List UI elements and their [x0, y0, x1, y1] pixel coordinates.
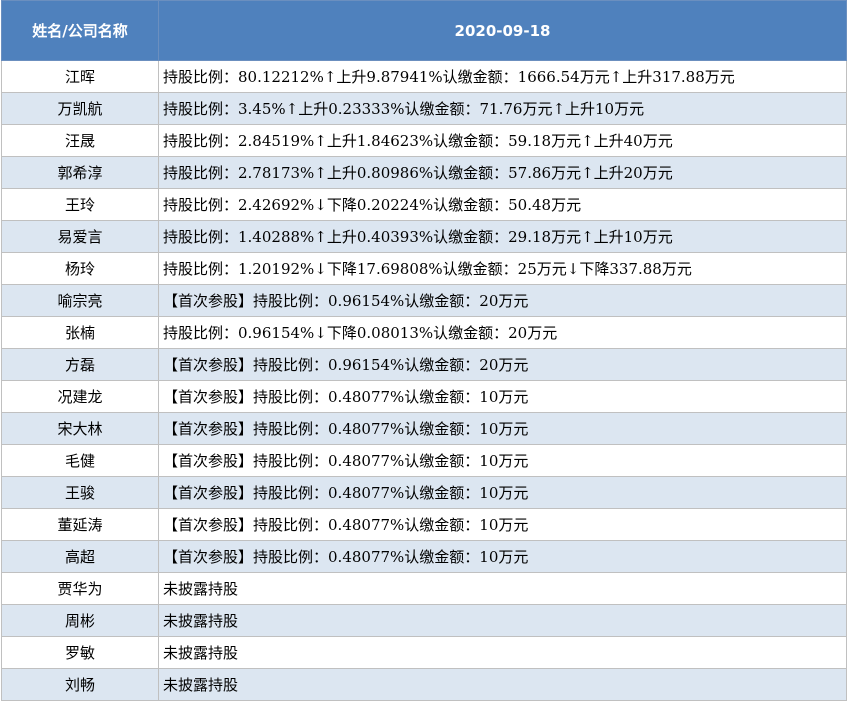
table-row: 易爱言 持股比例：1.40288%↑上升0.40393%认缴金额：29.18万元↑… [1, 220, 847, 253]
shareholding-info: 持股比例：80.12212%↑上升9.87941%认缴金额：1666.54万元↑… [158, 60, 847, 93]
shareholder-name: 张楠 [1, 316, 159, 349]
shareholding-info: 持股比例：2.78173%↑上升0.80986%认缴金额：57.86万元↑上升2… [158, 156, 847, 189]
table-row: 方磊 【首次参股】持股比例：0.96154%认缴金额：20万元 [1, 348, 847, 381]
shareholding-info: 持股比例：3.45%↑上升0.23333%认缴金额：71.76万元↑上升10万元 [158, 92, 847, 125]
shareholder-name: 毛健 [1, 444, 159, 477]
table-row: 罗敏 未披露持股 [1, 636, 847, 669]
shareholder-name: 杨玲 [1, 252, 159, 285]
shareholder-name: 喻宗亮 [1, 284, 159, 317]
shareholder-name: 王玲 [1, 188, 159, 221]
shareholding-info: 【首次参股】持股比例：0.96154%认缴金额：20万元 [158, 284, 847, 317]
shareholder-name: 高超 [1, 540, 159, 573]
shareholding-table: 姓名/公司名称 2020-09-18 江晖 持股比例：80.12212%↑上升9.… [1, 0, 847, 701]
shareholding-info: 【首次参股】持股比例：0.48077%认缴金额：10万元 [158, 540, 847, 573]
shareholder-name: 刘畅 [1, 668, 159, 701]
table-row: 王骏 【首次参股】持股比例：0.48077%认缴金额：10万元 [1, 476, 847, 509]
shareholder-name: 汪晟 [1, 124, 159, 157]
table-row: 刘畅 未披露持股 [1, 668, 847, 701]
table-row: 周彬 未披露持股 [1, 604, 847, 637]
table-row: 高超 【首次参股】持股比例：0.48077%认缴金额：10万元 [1, 540, 847, 573]
shareholder-name: 郭希淳 [1, 156, 159, 189]
shareholder-name: 贾华为 [1, 572, 159, 605]
header-date-column: 2020-09-18 [158, 0, 847, 61]
shareholder-name: 董延涛 [1, 508, 159, 541]
shareholding-info: 【首次参股】持股比例：0.48077%认缴金额：10万元 [158, 380, 847, 413]
table-row: 贾华为 未披露持股 [1, 572, 847, 605]
header-name-column: 姓名/公司名称 [1, 0, 159, 61]
shareholder-name: 易爱言 [1, 220, 159, 253]
table-row: 张楠 持股比例：0.96154%↓下降0.08013%认缴金额：20万元 [1, 316, 847, 349]
shareholding-info: 【首次参股】持股比例：0.48077%认缴金额：10万元 [158, 412, 847, 445]
shareholder-name: 江晖 [1, 60, 159, 93]
header-row: 姓名/公司名称 2020-09-18 [1, 0, 847, 61]
shareholding-info: 【首次参股】持股比例：0.96154%认缴金额：20万元 [158, 348, 847, 381]
table-row: 喻宗亮 【首次参股】持股比例：0.96154%认缴金额：20万元 [1, 284, 847, 317]
shareholder-name: 方磊 [1, 348, 159, 381]
shareholding-info: 持股比例：2.42692%↓下降0.20224%认缴金额：50.48万元 [158, 188, 847, 221]
shareholding-info: 未披露持股 [158, 668, 847, 701]
table-row: 江晖 持股比例：80.12212%↑上升9.87941%认缴金额：1666.54万… [1, 60, 847, 93]
shareholding-info: 持股比例：0.96154%↓下降0.08013%认缴金额：20万元 [158, 316, 847, 349]
table-row: 汪晟 持股比例：2.84519%↑上升1.84623%认缴金额：59.18万元↑上… [1, 124, 847, 157]
table-row: 万凯航 持股比例：3.45%↑上升0.23333%认缴金额：71.76万元↑上升1… [1, 92, 847, 125]
table-row: 毛健 【首次参股】持股比例：0.48077%认缴金额：10万元 [1, 444, 847, 477]
shareholder-name: 宋大林 [1, 412, 159, 445]
shareholder-name: 况建龙 [1, 380, 159, 413]
shareholder-name: 周彬 [1, 604, 159, 637]
table-row: 郭希淳 持股比例：2.78173%↑上升0.80986%认缴金额：57.86万元↑… [1, 156, 847, 189]
shareholding-info: 持股比例：1.40288%↑上升0.40393%认缴金额：29.18万元↑上升1… [158, 220, 847, 253]
table-row: 董延涛 【首次参股】持股比例：0.48077%认缴金额：10万元 [1, 508, 847, 541]
shareholding-info: 【首次参股】持股比例：0.48077%认缴金额：10万元 [158, 476, 847, 509]
shareholding-info: 未披露持股 [158, 604, 847, 637]
shareholder-name: 罗敏 [1, 636, 159, 669]
table-header: 姓名/公司名称 2020-09-18 [1, 0, 847, 61]
table-row: 王玲 持股比例：2.42692%↓下降0.20224%认缴金额：50.48万元 [1, 188, 847, 221]
table-row: 杨玲 持股比例：1.20192%↓下降17.69808%认缴金额：25万元↓下降3… [1, 252, 847, 285]
shareholding-info: 持股比例：2.84519%↑上升1.84623%认缴金额：59.18万元↑上升4… [158, 124, 847, 157]
table-row: 宋大林 【首次参股】持股比例：0.48077%认缴金额：10万元 [1, 412, 847, 445]
shareholding-info: 持股比例：1.20192%↓下降17.69808%认缴金额：25万元↓下降337… [158, 252, 847, 285]
shareholder-name: 万凯航 [1, 92, 159, 125]
shareholder-name: 王骏 [1, 476, 159, 509]
table-body: 江晖 持股比例：80.12212%↑上升9.87941%认缴金额：1666.54万… [1, 60, 847, 701]
table-row: 况建龙 【首次参股】持股比例：0.48077%认缴金额：10万元 [1, 380, 847, 413]
shareholding-info: 【首次参股】持股比例：0.48077%认缴金额：10万元 [158, 508, 847, 541]
shareholding-info: 未披露持股 [158, 572, 847, 605]
shareholding-info: 未披露持股 [158, 636, 847, 669]
shareholding-info: 【首次参股】持股比例：0.48077%认缴金额：10万元 [158, 444, 847, 477]
